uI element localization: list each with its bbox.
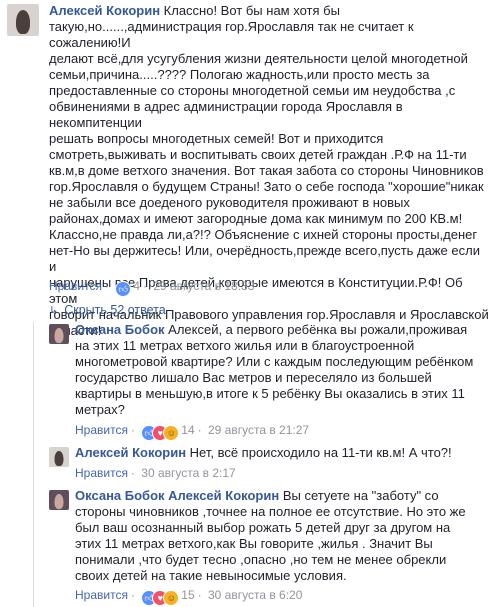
comment-author[interactable]: Алексей Кокорин	[75, 445, 186, 460]
reaction-count[interactable]: 15	[181, 588, 194, 602]
comment-author[interactable]: Оксана Бобок	[75, 322, 165, 337]
comment-text-line: районах,домах и имеют загородные дома ка…	[49, 211, 463, 226]
collapse-arrow-icon: ↳	[49, 305, 59, 317]
comment-text-line: на этих 11 метрах ветхого жилья или в бл…	[75, 338, 415, 353]
comment-text-line: семьи,причина.....???? Пологаю жадность,…	[49, 67, 430, 82]
comment-text-line: стороны чиновников ,точнее на полное ее …	[75, 504, 466, 519]
comment-text-line: квартиры в меньшую,в итоге к 5 ребёнку В…	[75, 386, 465, 401]
comment-text-line: государство лишало Вас метров и переселя…	[75, 370, 432, 385]
avatar[interactable]	[49, 490, 69, 510]
comment-text-line: многометровой квартире? Или с каждым пос…	[75, 354, 474, 369]
comment-text-line: Классно! Вот бы нам хотя бы	[160, 3, 340, 18]
comment-text-line: этих 11 метрах ветхого,как Вы говорите ,…	[75, 536, 433, 551]
comment-text-line: такую,но......,администрация гор.Ярослав…	[49, 19, 414, 50]
reactions[interactable]: 👍︎ ♥ ☺	[141, 590, 180, 606]
thread-divider	[33, 322, 34, 607]
comment-meta: Нравится · 👍︎ ♥ ☺ 15 · 30 августа в 6:20	[75, 587, 302, 606]
comment-meta: Нравится · 30 августа в 2:17	[75, 466, 236, 480]
like-link[interactable]: Нравится	[49, 279, 102, 293]
avatar[interactable]	[49, 324, 69, 344]
comment-text-line: был ваш осознанный выбор рожать 5 детей …	[75, 520, 451, 535]
comment-text-line: Нет, всё происходило на 11-ти кв.м! А чт…	[186, 445, 452, 460]
reaction-count[interactable]: 14	[181, 423, 194, 437]
comment-meta: Нравится · 👍︎ 4 · 29 августа в 18:33	[49, 278, 254, 297]
reactions[interactable]: 👍︎ ♥ ☺	[141, 425, 180, 441]
comment-text-line: делают всё,для усугубления жизни деятель…	[49, 51, 468, 66]
timestamp[interactable]: 29 августа в 21:27	[208, 423, 309, 437]
comment-text-line: гор.Ярославля о будущем Страны! Зато о с…	[49, 179, 484, 194]
comment-text-line: понимали ,что будет тесно ,опасно ,но те…	[75, 552, 447, 567]
comment-text-line: предоставленные со стороны многодетной с…	[49, 83, 456, 98]
reaction-count[interactable]: 4	[133, 279, 140, 293]
hide-replies-link[interactable]: ↳ Скрыть 52 ответа	[49, 303, 166, 317]
reactions[interactable]: 👍︎	[115, 281, 132, 297]
comment-author[interactable]: Алексей Кокорин	[49, 3, 160, 18]
comment-text-line: своих детей на такие невыносимые условия…	[75, 568, 347, 583]
comment-text-line: Классно,не правда ли,а?!? Объяснение с и…	[49, 227, 478, 242]
like-reaction-icon: 👍︎	[115, 281, 132, 297]
like-link[interactable]: Нравится	[75, 423, 128, 437]
comment-text-line: обвинениями в адрес администрации города…	[49, 99, 403, 130]
comment-text-line: решать вопросы многодетных семей! Вот и …	[49, 131, 384, 146]
avatar[interactable]	[49, 447, 69, 467]
timestamp[interactable]: 30 августа в 6:20	[208, 588, 302, 602]
comment-text-line: метрах?	[75, 402, 125, 417]
comment-text-line: кв.м,в доме ветхого значения. Вот такая …	[49, 163, 484, 178]
timestamp[interactable]: 29 августа в 18:33	[153, 279, 254, 293]
haha-reaction-icon: ☺	[163, 590, 180, 606]
comment-text-line: нет-Но вы держитесь! Или, очерёдность,пр…	[49, 243, 480, 274]
comment-meta: Нравится · 👍︎ ♥ ☺ 14 · 29 августа в 21:27	[75, 422, 309, 441]
comment-text-line: Вы сетуете на "заботу" со	[279, 488, 439, 503]
timestamp[interactable]: 30 августа в 2:17	[141, 466, 235, 480]
hide-replies-label: Скрыть 52 ответа	[64, 303, 166, 317]
comment-text-line: Алексей, а первого ребёнка вы рожали,про…	[164, 322, 468, 337]
comment-text-line: смотреть,выживать и воспитывать своих де…	[49, 147, 467, 162]
comment-text-line: не забыли все доеденого руководителя про…	[49, 195, 410, 210]
haha-reaction-icon: ☺	[163, 425, 180, 441]
avatar[interactable]	[7, 4, 39, 36]
like-link[interactable]: Нравится	[75, 588, 128, 602]
comment-author[interactable]: Оксана Бобок	[75, 488, 165, 503]
like-link[interactable]: Нравится	[75, 466, 128, 480]
mention-link[interactable]: Алексей Кокорин	[168, 488, 279, 503]
